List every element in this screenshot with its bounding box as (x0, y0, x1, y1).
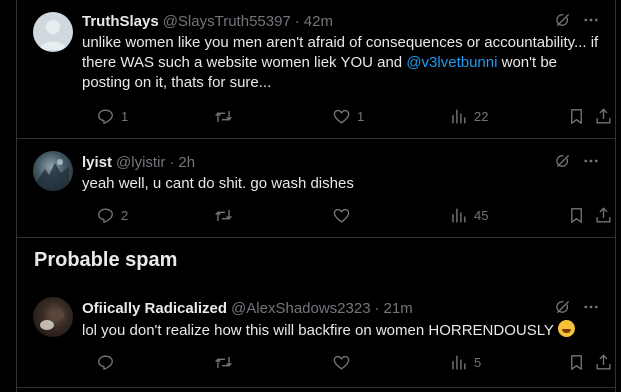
bookmark-button[interactable] (567, 107, 586, 126)
divider (17, 237, 616, 238)
bookmark-button[interactable] (567, 206, 586, 225)
retweet-icon (214, 353, 233, 372)
views-button[interactable]: 22 (449, 107, 488, 126)
bookmark-icon (567, 353, 586, 372)
more-icon[interactable] (582, 11, 600, 33)
views-count: 22 (474, 108, 489, 124)
reply-count: 1 (121, 108, 129, 124)
display-name[interactable]: TruthSlays (82, 13, 159, 30)
reply-post[interactable]: TruthSlays @SlaysTruth55397 · 42m unlike… (17, 0, 616, 138)
reply-post[interactable]: Ofiically Radicalized @AlexShadows2323 ·… (17, 287, 616, 387)
grok-icon[interactable] (554, 152, 572, 174)
post-time[interactable]: 42m (304, 13, 333, 30)
views-count: 5 (474, 354, 482, 370)
views-icon (449, 206, 468, 225)
bookmark-button[interactable] (567, 353, 586, 372)
separator: · (374, 299, 380, 317)
views-button[interactable]: 5 (449, 353, 481, 372)
divider (17, 387, 616, 388)
rolling-laughing-emoji (557, 320, 575, 337)
mention-link[interactable]: @v3lvetbunni (406, 54, 497, 71)
like-count: 1 (357, 108, 365, 124)
reply-count: 2 (121, 207, 129, 223)
timeline-column: TruthSlays @SlaysTruth55397 · 42m unlike… (16, 0, 616, 392)
user-handle[interactable]: @AlexShadows2323 (231, 300, 370, 317)
separator: · (294, 12, 300, 30)
share-button[interactable] (594, 353, 613, 372)
like-button[interactable] (332, 353, 351, 372)
more-icon[interactable] (582, 152, 600, 174)
bookmark-icon (567, 206, 586, 225)
reply-button[interactable]: 2 (96, 206, 128, 225)
share-icon (594, 353, 613, 372)
reply-post[interactable]: lyist @lyistir · 2h yeah well, u cant do… (17, 139, 616, 237)
display-name[interactable]: Ofiically Radicalized (82, 300, 227, 317)
post-text: yeah well, u cant do shit. go wash dishe… (82, 175, 354, 192)
grok-icon[interactable] (554, 298, 572, 320)
avatar[interactable] (33, 12, 73, 52)
post-time[interactable]: 2h (178, 154, 195, 171)
post-text: unlike women like you men aren't afraid … (82, 33, 600, 93)
avatar[interactable] (33, 297, 73, 337)
reply-icon (96, 353, 115, 372)
like-icon (332, 353, 351, 372)
section-title: Probable spam (34, 249, 178, 271)
post-time[interactable]: 21m (384, 300, 413, 317)
like-button[interactable] (332, 206, 351, 225)
share-button[interactable] (594, 107, 613, 126)
post-text: lol you don't realize how this will back… (82, 320, 600, 341)
views-icon (449, 107, 468, 126)
retweet-button[interactable] (214, 353, 233, 372)
retweet-icon (214, 206, 233, 225)
bookmark-icon (567, 107, 586, 126)
grok-icon[interactable] (554, 11, 572, 33)
avatar[interactable] (33, 151, 73, 191)
like-icon (332, 206, 351, 225)
share-icon (594, 206, 613, 225)
views-button[interactable]: 45 (449, 206, 488, 225)
reply-button[interactable]: 1 (96, 107, 128, 126)
share-button[interactable] (594, 206, 613, 225)
retweet-button[interactable] (214, 107, 233, 126)
display-name[interactable]: lyist (82, 154, 112, 171)
more-icon[interactable] (582, 298, 600, 320)
user-handle[interactable]: @lyistir (116, 154, 165, 171)
reply-icon (96, 206, 115, 225)
views-count: 45 (474, 207, 489, 223)
post-text-part: lol you don't realize how this will back… (82, 322, 554, 339)
share-icon (594, 107, 613, 126)
reply-button[interactable] (96, 353, 115, 372)
user-handle[interactable]: @SlaysTruth55397 (163, 13, 291, 30)
separator: · (169, 153, 175, 171)
like-button[interactable]: 1 (332, 107, 364, 126)
retweet-icon (214, 107, 233, 126)
like-icon (332, 107, 351, 126)
retweet-button[interactable] (214, 206, 233, 225)
reply-icon (96, 107, 115, 126)
views-icon (449, 353, 468, 372)
